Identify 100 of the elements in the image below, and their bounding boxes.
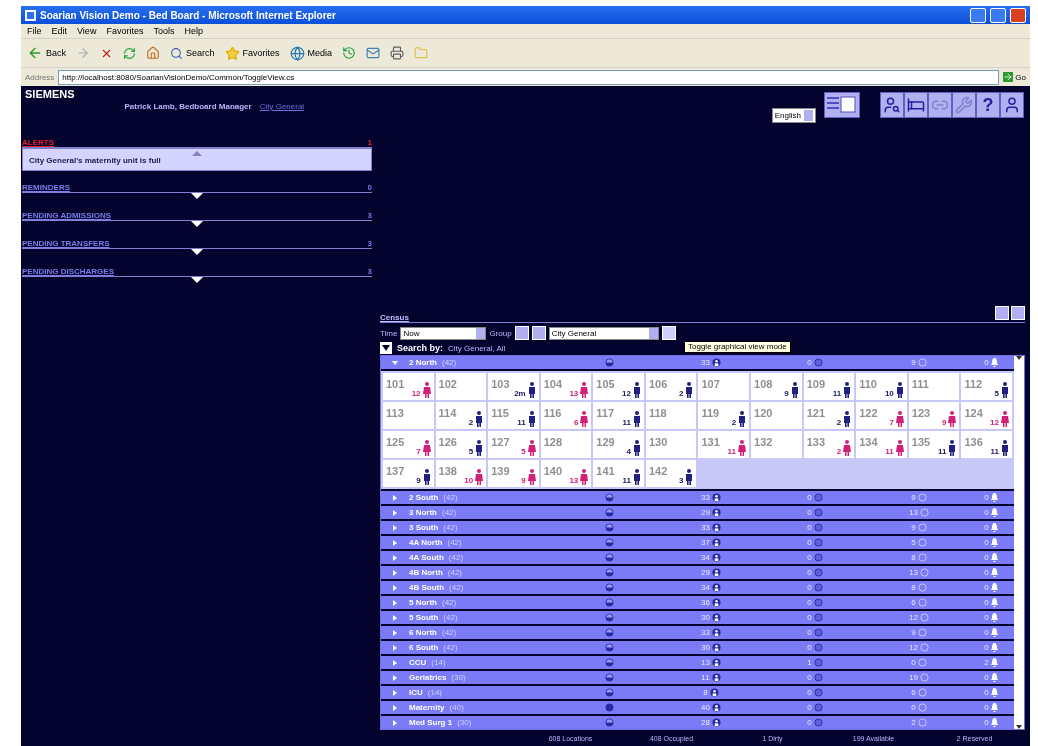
bed-tile[interactable]: 140 13 (540, 460, 592, 487)
menu-item[interactable]: File (27, 26, 42, 36)
menu-item[interactable]: Tools (153, 26, 175, 36)
bed-tile[interactable]: 109 11 (803, 373, 855, 400)
bed-tile[interactable]: 116 6 (540, 402, 592, 429)
ward-row[interactable]: 6 South (42) 30 0 12 0 (381, 641, 1014, 654)
filter-toggle-icon[interactable] (380, 342, 392, 354)
ward-row[interactable]: CCU (14) 13 1 0 2 (381, 656, 1014, 669)
scroll-up-icon[interactable] (1016, 356, 1022, 360)
bed-tile[interactable]: 108 9 (751, 373, 802, 400)
ward-row[interactable]: 3 South (42) 33 0 9 0 (381, 521, 1014, 534)
expand-arrow-icon[interactable] (191, 277, 203, 283)
bed-tile[interactable]: 124 12 (961, 402, 1012, 429)
ward-row[interactable]: 4B South (42) 34 0 8 0 (381, 581, 1014, 594)
bed-tile[interactable]: 119 2 (698, 402, 750, 429)
bed-tile[interactable]: 133 2 (803, 431, 855, 458)
bed-button[interactable] (904, 92, 928, 118)
help-button[interactable]: ? (976, 92, 1000, 118)
panel-title-link[interactable]: PENDING DISCHARGES (22, 267, 114, 276)
ward-row[interactable]: 3 North (42) 29 0 13 0 (381, 506, 1014, 519)
bed-tile[interactable]: 104 13 (540, 373, 592, 400)
panel-title-link[interactable]: PENDING TRANSFERS (22, 239, 110, 248)
bed-tile[interactable]: 118 (645, 402, 697, 429)
ward-row[interactable]: 2 North (42) 33 0 9 0 (381, 356, 1014, 369)
bed-tile[interactable]: 137 9 (383, 460, 434, 487)
bed-tile[interactable]: 139 9 (488, 460, 539, 487)
ward-row[interactable]: ICU (14) 8 0 6 0 (381, 686, 1014, 699)
refresh-icon[interactable] (123, 46, 136, 60)
toolbar-button[interactable]: Media (289, 45, 333, 61)
ward-row[interactable]: Geriatrics (30) 11 0 19 0 (381, 671, 1014, 684)
tools-button[interactable] (952, 92, 976, 118)
bed-tile[interactable]: 107 (698, 373, 750, 400)
group-select[interactable]: City General (548, 326, 659, 340)
bed-tile[interactable]: 132 (751, 431, 802, 458)
panel-title-link[interactable]: ALERTS (22, 138, 54, 147)
forward-arrow-icon[interactable] (76, 46, 90, 60)
bed-tile[interactable]: 141 11 (593, 460, 644, 487)
bed-tile[interactable]: 135 11 (908, 431, 960, 458)
bed-tile[interactable]: 134 11 (856, 431, 907, 458)
bed-tile[interactable]: 122 7 (856, 402, 907, 429)
ward-row[interactable]: 5 North (42) 36 0 6 0 (381, 596, 1014, 609)
find-patient-button[interactable] (880, 92, 904, 118)
toolbar-button[interactable]: Search (170, 46, 215, 60)
logout-button[interactable] (1000, 92, 1024, 118)
bed-tile[interactable]: 125 7 (383, 431, 434, 458)
menu-item[interactable]: Edit (51, 26, 68, 36)
census-title[interactable]: Census (380, 313, 409, 322)
bed-tile[interactable]: 121 2 (803, 402, 855, 429)
bed-tile[interactable]: 126 5 (435, 431, 487, 458)
bed-tile[interactable]: 106 2 (645, 373, 697, 400)
ward-row[interactable]: 4A South (42) 34 0 8 0 (381, 551, 1014, 564)
bed-tile[interactable]: 112 5 (961, 373, 1012, 400)
ward-row[interactable]: 6 North (42) 33 0 9 0 (381, 626, 1014, 639)
bed-tile[interactable]: 127 5 (488, 431, 539, 458)
ward-row[interactable]: 2 South (42) 33 0 9 0 (381, 491, 1014, 504)
menu-item[interactable]: View (77, 26, 97, 36)
home-icon[interactable] (146, 46, 160, 60)
maximize-button[interactable] (990, 7, 1006, 23)
toolbar-button[interactable]: Favorites (224, 45, 280, 61)
bed-tile[interactable]: 105 12 (593, 373, 644, 400)
bed-tile[interactable]: 131 11 (698, 431, 750, 458)
panel-title-link[interactable]: PENDING ADMISSIONS (22, 211, 112, 220)
bed-tile[interactable]: 101 12 (383, 373, 434, 400)
ward-row[interactable]: 4A North (42) 37 0 5 0 (381, 536, 1014, 549)
bed-tile[interactable]: 120 (751, 402, 802, 429)
go-button[interactable]: Go (1003, 72, 1026, 82)
scrollbar[interactable] (1014, 356, 1024, 729)
printer-icon[interactable] (390, 46, 405, 60)
bed-tile[interactable]: 115 11 (488, 402, 539, 429)
address-field[interactable]: http://localhost:8080/SoarianVisionDemo/Common/ToggleView.cs (58, 69, 1000, 85)
close-button[interactable] (1010, 7, 1026, 23)
ward-row[interactable]: Med Surg 1 (30) 28 0 2 0 (381, 716, 1014, 729)
bed-tile[interactable]: 128 (540, 431, 592, 458)
ward-row[interactable]: Maternity (40) 40 0 0 0 (381, 701, 1014, 714)
back-button[interactable]: Back (27, 45, 66, 61)
bed-tile[interactable]: 114 2 (435, 402, 487, 429)
ward-row[interactable]: 5 South (42) 30 0 12 0 (381, 611, 1014, 624)
view-toggle-button[interactable] (824, 92, 860, 118)
collapse-arrow-icon[interactable] (392, 359, 398, 366)
scroll-down-icon[interactable] (1016, 725, 1022, 729)
expand-arrow-icon[interactable] (191, 221, 203, 227)
expand-arrow-icon[interactable] (191, 249, 203, 255)
ward-row[interactable]: 4B North (42) 29 0 13 0 (381, 566, 1014, 579)
bed-tile[interactable]: 142 3 (645, 460, 697, 487)
bed-tile[interactable]: 130 (645, 431, 697, 458)
bed-tile[interactable]: 111 (908, 373, 960, 400)
bed-tile[interactable]: 110 10 (856, 373, 907, 400)
collapse-arrow-icon[interactable] (192, 151, 202, 156)
language-select[interactable]: English (771, 108, 816, 123)
bed-tile[interactable]: 102 (435, 373, 487, 400)
menu-item[interactable]: Help (184, 26, 203, 36)
time-select[interactable]: Now (400, 326, 487, 340)
bed-tile[interactable]: 123 9 (908, 402, 960, 429)
bed-tile[interactable]: 129 4 (593, 431, 644, 458)
bed-tile[interactable]: 113 (383, 402, 434, 429)
mail-icon[interactable] (366, 46, 381, 60)
minimize-button[interactable] (970, 7, 986, 23)
bed-tile[interactable]: 117 11 (593, 402, 644, 429)
bed-tile[interactable]: 103 2m (488, 373, 539, 400)
bed-tile[interactable]: 136 11 (961, 431, 1012, 458)
